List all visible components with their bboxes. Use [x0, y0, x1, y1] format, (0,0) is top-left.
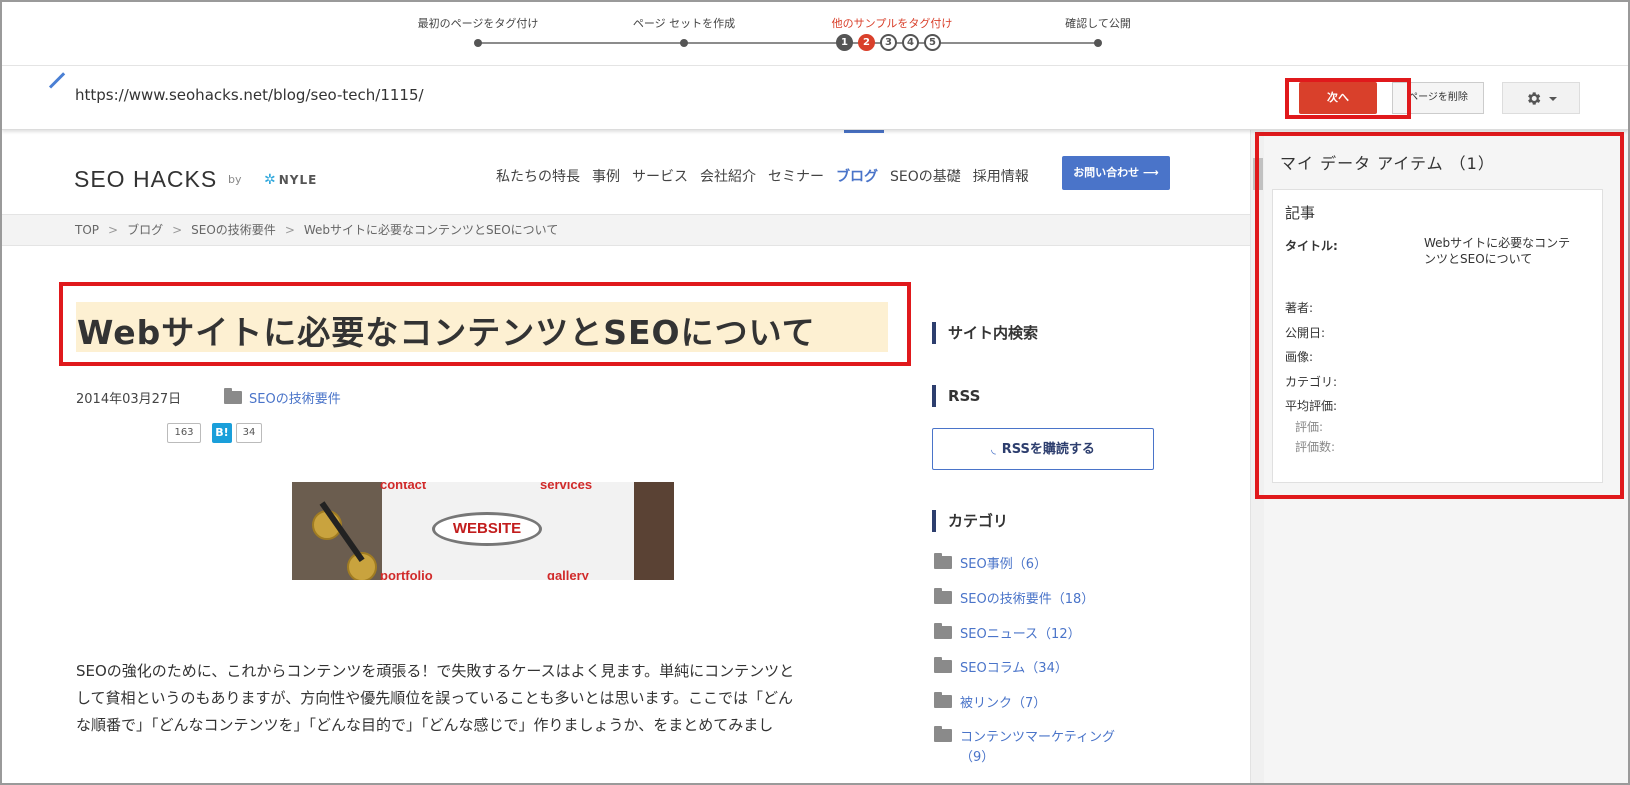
contact-label: お問い合わせ — [1073, 166, 1140, 179]
sidebar-category-item[interactable]: SEO事例（6） — [934, 553, 1047, 572]
article-body-line: な順番で」「どんなコンテンツを」「どんな目的で」「どんな感じで」作りましょうか、… — [76, 716, 774, 734]
nav-item-features[interactable]: 私たちの特長 — [496, 166, 580, 186]
folder-icon — [934, 553, 952, 569]
step-dot-4 — [1094, 39, 1102, 47]
chevron-down-icon — [1549, 97, 1557, 101]
breadcrumb-blog[interactable]: ブログ — [127, 223, 163, 237]
category-label: SEOの技術要件（18） — [960, 592, 1095, 607]
stepper-line — [478, 42, 1098, 44]
article-image: contact services WEBSITE portfolio galle… — [292, 482, 674, 580]
step-label-4[interactable]: 確認して公開 — [1065, 15, 1131, 31]
sidebar-category-item[interactable]: SEOコラム（34） — [934, 657, 1068, 676]
next-button-highlight — [1285, 78, 1411, 119]
step-label-1[interactable]: 最初のページをタグ付け — [418, 15, 539, 31]
active-nav-indicator — [844, 130, 884, 133]
image-word-services: services — [540, 482, 593, 492]
folder-icon — [934, 623, 952, 639]
category-label: SEO事例（6） — [960, 557, 1047, 572]
nav-item-blog[interactable]: ブログ — [836, 166, 878, 186]
image-word-gallery: gallery — [547, 568, 589, 580]
step-dot-2 — [680, 39, 688, 47]
site-nav: 私たちの特長 事例 サービス 会社紹介 セミナー ブログ SEOの基礎 採用情報 — [496, 166, 1029, 186]
sidebar-rss-heading: RSS — [932, 385, 980, 407]
sidebar-category-item[interactable]: コンテンツマーケティング — [934, 726, 1115, 745]
category-label: SEOコラム（34） — [960, 661, 1068, 676]
nyle-logo: ✲ NYLE — [264, 172, 317, 188]
logo-by-text: by — [228, 173, 242, 186]
category-label: SEOニュース（12） — [960, 627, 1081, 642]
sidebar-category-item-continued[interactable]: （9） — [934, 746, 994, 765]
nyle-brand: NYLE — [278, 173, 318, 187]
nav-item-services[interactable]: サービス — [632, 166, 688, 186]
chevron-right-icon: > — [284, 223, 295, 237]
image-word-contact: contact — [380, 482, 427, 492]
sidebar-category-heading: カテゴリ — [932, 510, 1008, 532]
folder-icon — [934, 726, 952, 742]
sidebar-category-item[interactable]: 被リンク（7） — [934, 692, 1046, 711]
article-category-link[interactable]: SEOの技術要件 — [249, 388, 341, 407]
breadcrumb-category[interactable]: SEOの技術要件 — [191, 223, 276, 237]
title-highlight-box — [59, 282, 911, 366]
rss-subscribe-button[interactable]: ◟ RSSを購読する — [932, 428, 1154, 470]
breadcrumb-top[interactable]: TOP — [75, 223, 99, 237]
image-word-website: WEBSITE — [432, 512, 542, 546]
folder-icon — [934, 692, 952, 708]
sample-number-2[interactable]: 2 — [858, 34, 875, 51]
image-word-portfolio: portfolio — [380, 568, 433, 580]
nav-item-cases[interactable]: 事例 — [592, 166, 620, 186]
folder-icon — [934, 657, 952, 673]
step-label-3[interactable]: 他のサンプルをタグ付け — [832, 15, 953, 31]
nav-item-seo-basics[interactable]: SEOの基礎 — [890, 166, 961, 186]
arrow-right-icon: ⟶ — [1143, 166, 1159, 179]
category-label: コンテンツマーケティング — [960, 730, 1115, 745]
data-panel-highlight — [1255, 132, 1624, 499]
rss-icon: ◟ — [991, 442, 996, 456]
site-logo[interactable]: SEO HACKS — [74, 166, 217, 193]
article-date: 2014年03月27日 — [76, 392, 182, 407]
nav-item-seminar[interactable]: セミナー — [768, 166, 824, 186]
rss-subscribe-label: RSSを購読する — [1001, 442, 1095, 457]
nav-item-company[interactable]: 会社紹介 — [700, 166, 756, 186]
article-body: SEOの強化のために、これからコンテンツを頑張る！で失敗するケースはよく見ます。… — [76, 658, 886, 739]
chevron-right-icon: > — [172, 223, 183, 237]
nyle-star-icon: ✲ — [264, 172, 277, 188]
breadcrumb-current: Webサイトに必要なコンテンツとSEOについて — [303, 223, 559, 237]
sidebar-search-heading: サイト内検索 — [932, 322, 1038, 344]
nav-item-recruit[interactable]: 採用情報 — [973, 166, 1029, 186]
hatena-bookmark-icon[interactable]: B! — [212, 423, 232, 443]
step-label-2[interactable]: ページ セットを作成 — [633, 15, 735, 31]
chevron-right-icon: > — [108, 223, 119, 237]
breadcrumb: TOP > ブログ > SEOの技術要件 > Webサイトに必要なコンテンツとSEOについて — [2, 214, 1250, 246]
step-dot-1 — [474, 39, 482, 47]
contact-button[interactable]: お問い合わせ ⟶ — [1062, 156, 1170, 190]
sample-number-3[interactable]: 3 — [880, 34, 897, 51]
folder-icon — [224, 388, 242, 404]
sample-number-5[interactable]: 5 — [924, 34, 941, 51]
page-preview[interactable]: SEO HACKS by ✲ NYLE 私たちの特長 事例 サービス 会社紹介 セ… — [2, 130, 1250, 783]
sidebar-category-item[interactable]: SEOニュース（12） — [934, 623, 1081, 642]
article-body-line: SEOの強化のために、これからコンテンツを頑張る！で失敗するケースはよく見ます。… — [76, 662, 795, 680]
page-url: https://www.seohacks.net/blog/seo-tech/1… — [75, 86, 424, 104]
screenshot-frame: 最初のページをタグ付け ページ セットを作成 他のサンプルをタグ付け 確認して公… — [0, 0, 1630, 785]
sidebar-category-item[interactable]: SEOの技術要件（18） — [934, 588, 1094, 607]
like-count[interactable]: 163 — [167, 423, 201, 443]
gear-icon — [1528, 92, 1541, 105]
category-label: （9） — [960, 750, 995, 765]
article-body-line: して貧相というのもありますが、方向性や優先順位を誤っていることも多いとは思います… — [76, 689, 794, 707]
settings-menu-button[interactable] — [1502, 82, 1580, 114]
hatena-count[interactable]: 34 — [236, 423, 262, 443]
category-label: 被リンク（7） — [960, 696, 1047, 711]
tagging-stepper: 最初のページをタグ付け ページ セットを作成 他のサンプルをタグ付け 確認して公… — [2, 2, 1628, 66]
image-right-edge — [634, 482, 674, 580]
folder-icon — [934, 588, 952, 604]
sample-number-1[interactable]: 1 — [836, 34, 853, 51]
sample-number-4[interactable]: 4 — [902, 34, 919, 51]
